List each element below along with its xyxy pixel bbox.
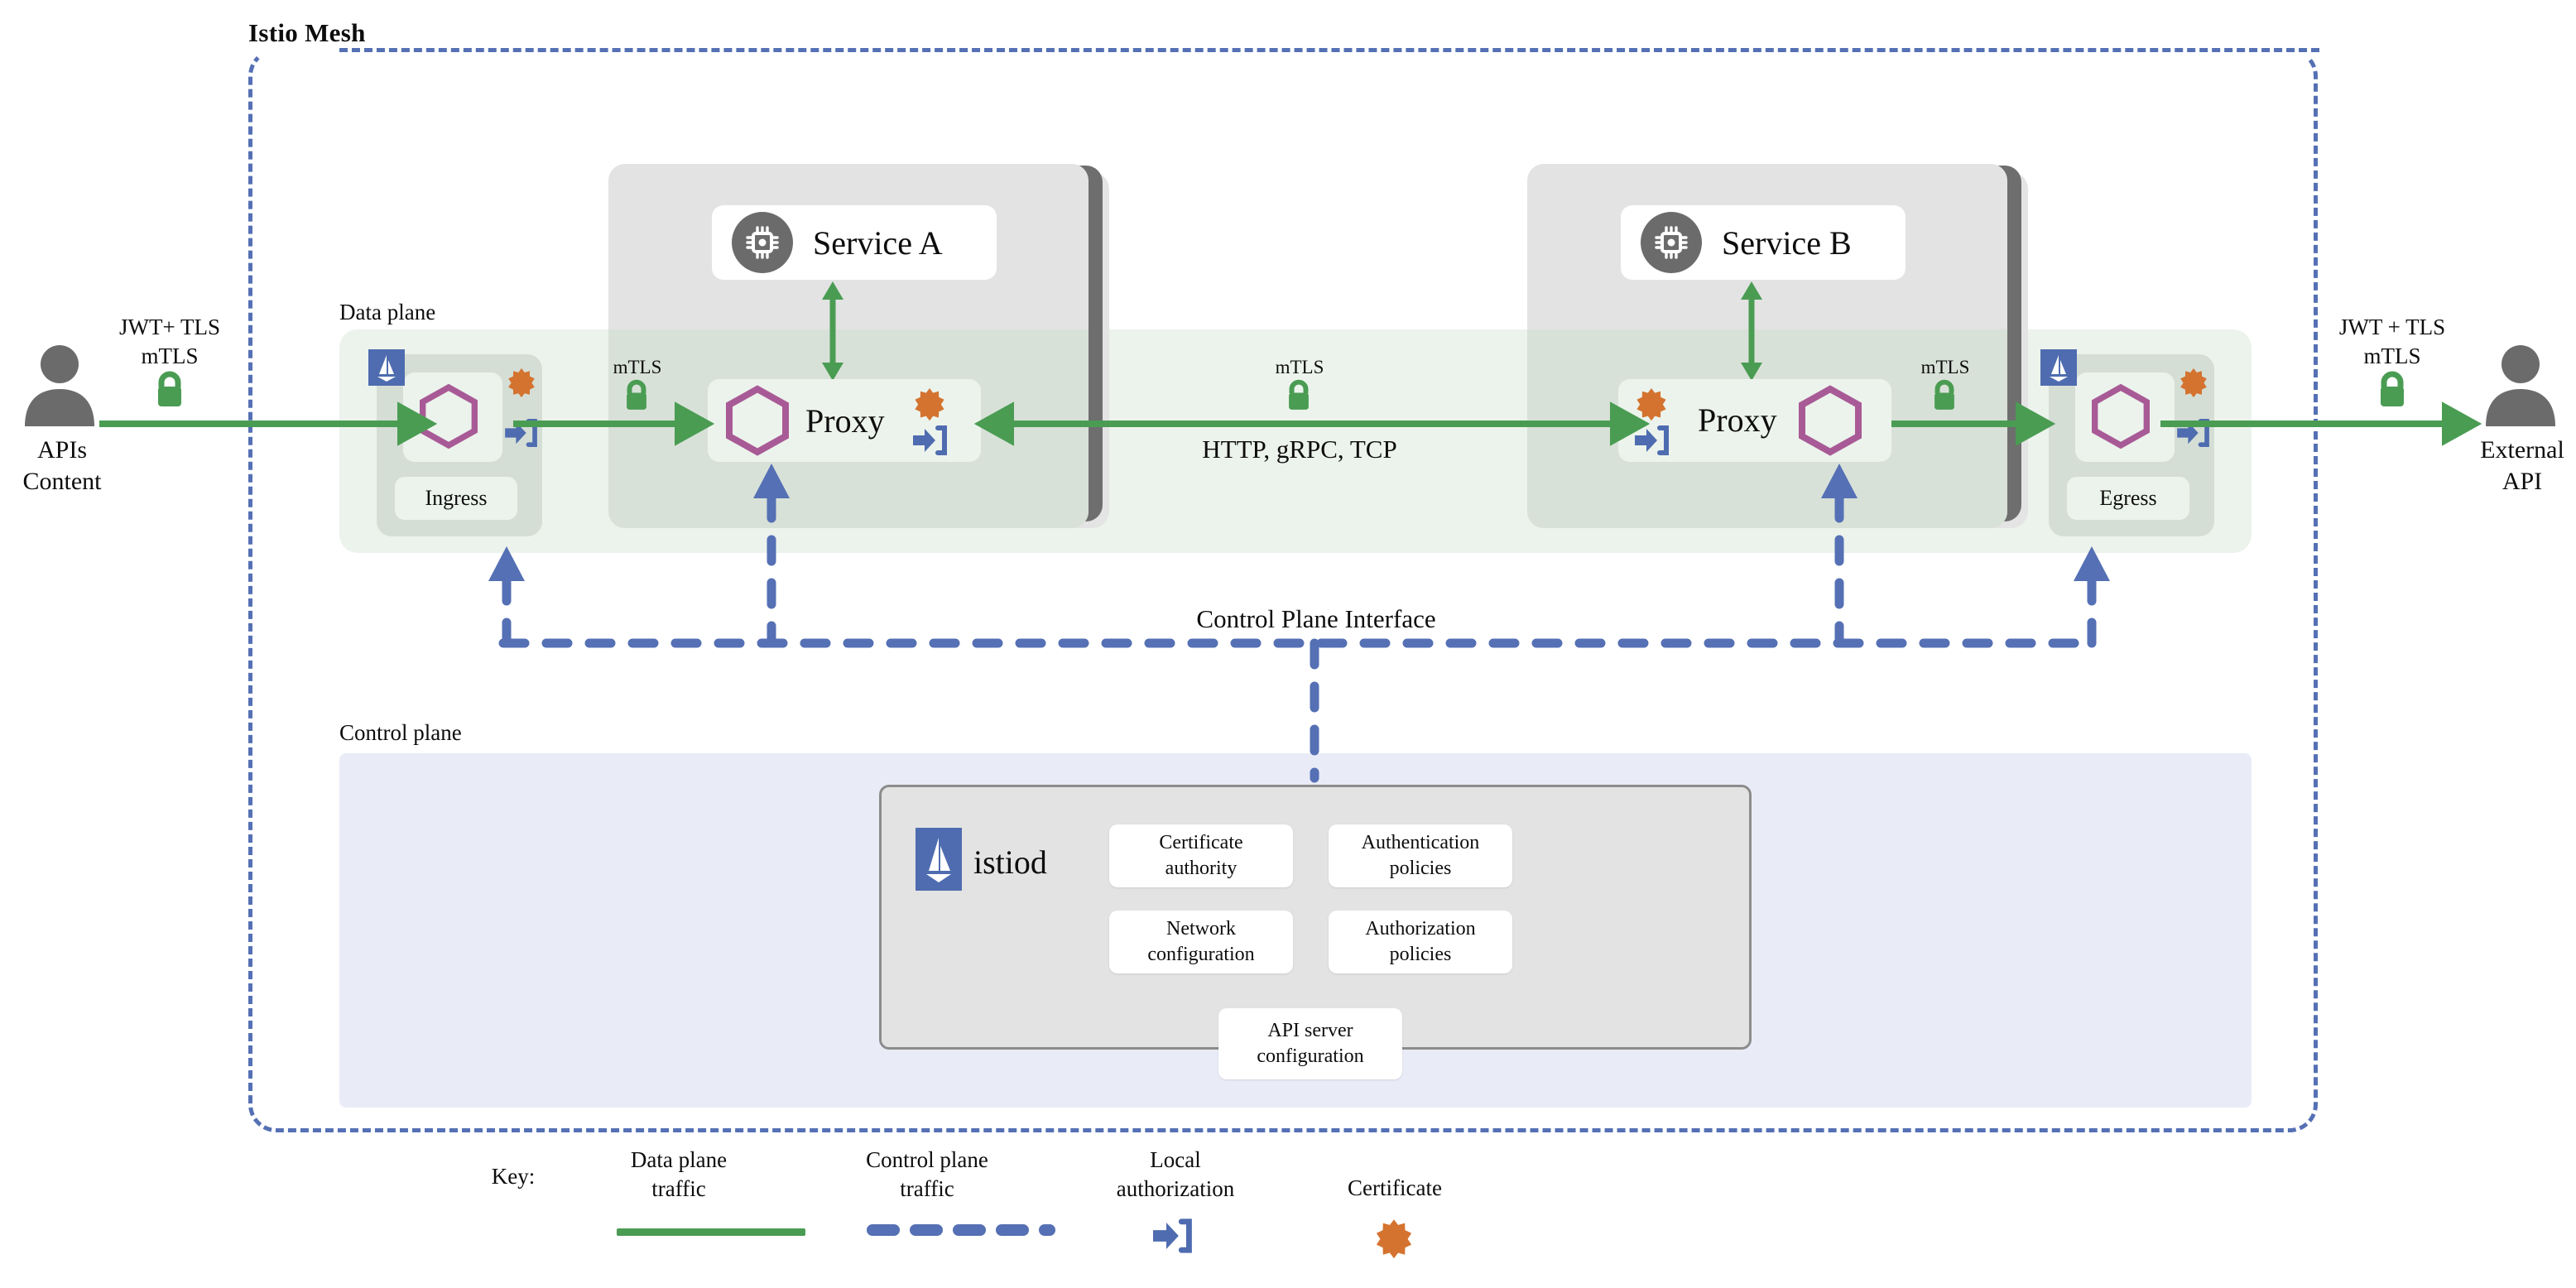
network-configuration-line2: configuration — [1147, 944, 1255, 965]
legend-item-data-plane-traffic: Data plane traffic — [579, 1146, 778, 1204]
legend-item-local-authorization: Local authorization — [1068, 1146, 1283, 1204]
api-server-configuration-line1: API server — [1267, 1020, 1353, 1042]
certificate-icon — [1374, 1218, 1414, 1259]
legend-certificate-line1: Certificate — [1348, 1175, 1442, 1200]
legend-title: Key: — [491, 1164, 536, 1189]
istiod-component-authentication-policies: Authentication policies — [1329, 824, 1512, 887]
legend-item-control-plane-traffic: Control plane traffic — [828, 1146, 1026, 1204]
legend: Key: Data plane traffic Control plane tr… — [464, 1142, 1540, 1283]
certificate-authority-line2: authority — [1165, 858, 1238, 879]
authorization-policies-line1: Authorization — [1365, 918, 1476, 940]
blue-dashed-line-icon — [866, 1222, 1056, 1238]
istiod-component-certificate-authority: Certificate authority — [1109, 824, 1293, 887]
legend-data-plane-line2: traffic — [651, 1176, 706, 1202]
istiod-name: istiod — [973, 843, 1047, 881]
authentication-policies-line2: policies — [1389, 858, 1452, 879]
legend-item-certificate: Certificate — [1300, 1174, 1490, 1203]
istiod-component-network-configuration: Network configuration — [1109, 911, 1293, 973]
authorization-policies-line2: policies — [1389, 944, 1452, 965]
legend-control-plane-line2: traffic — [900, 1176, 954, 1202]
network-configuration-line1: Network — [1166, 918, 1236, 940]
api-server-configuration-line2: configuration — [1257, 1045, 1364, 1067]
istio-sail-icon — [916, 828, 962, 891]
control-plane-traffic-lines — [488, 464, 2110, 783]
authentication-policies-line1: Authentication — [1361, 832, 1480, 854]
control-plane-interface-label: Control Plane Interface — [1196, 604, 1436, 633]
istiod-component-api-server-configuration: API server configuration — [1218, 1008, 1402, 1079]
green-line-icon — [617, 1228, 805, 1236]
legend-control-plane-line1: Control plane — [866, 1147, 988, 1172]
legend-data-plane-line1: Data plane — [630, 1147, 728, 1172]
istiod-component-authorization-policies: Authorization policies — [1329, 911, 1512, 973]
certificate-authority-line1: Certificate — [1159, 832, 1243, 854]
local-authorization-icon — [1153, 1218, 1193, 1253]
legend-local-authorization-line1: Local — [1150, 1147, 1201, 1172]
legend-local-authorization-line2: authorization — [1116, 1176, 1235, 1202]
